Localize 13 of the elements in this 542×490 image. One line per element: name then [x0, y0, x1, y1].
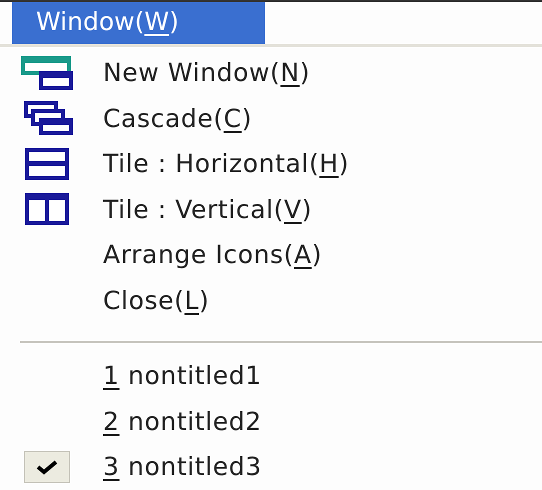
menu-item[interactable]: Arrange Icons(A): [103, 240, 322, 270]
window-list-item[interactable]: 2 nontitled2: [103, 406, 262, 436]
menu-item[interactable]: Tile : Horizontal(H): [103, 149, 350, 178]
menu-item[interactable]: Close(L): [103, 286, 210, 315]
tile-vertical-icon: [24, 193, 68, 226]
menu-title[interactable]: Window(W): [12, 2, 265, 44]
window-list-item[interactable]: 1 nontitled1: [103, 361, 262, 390]
window-list-item[interactable]: 3 nontitled3: [103, 452, 262, 482]
menu-item[interactable]: Cascade(C): [103, 104, 252, 133]
menu-item[interactable]: New Window(N): [103, 58, 310, 88]
menu-item[interactable]: Tile : Vertical(V): [103, 194, 312, 224]
tile-horizontal-icon: [24, 148, 68, 180]
windows-icon: [20, 56, 72, 90]
